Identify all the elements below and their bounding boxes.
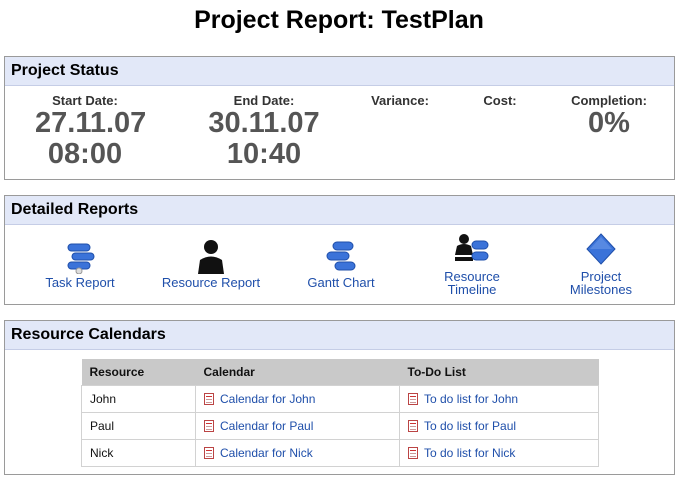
table-row: Nick Calendar for Nick To do list for Ni… (81, 439, 599, 467)
resource-name: John (81, 385, 196, 413)
gantt-chart-link[interactable]: Gantt Chart (296, 238, 386, 289)
column-header-calendar: Calendar (195, 359, 400, 386)
resource-report-link[interactable]: Resource Report (155, 238, 267, 289)
table-header-row: Resource Calendar To-Do List (81, 359, 599, 386)
resource-calendars-table: Resource Calendar To-Do List John Calend… (81, 359, 599, 467)
end-time-value: 10:40 (226, 138, 302, 170)
project-milestones-link[interactable]: Project Milestones (556, 232, 646, 296)
document-icon (408, 420, 418, 432)
cost-label: Cost: (483, 93, 517, 108)
calendar-link[interactable]: Calendar for Nick (220, 446, 313, 460)
start-date-label: Start Date: (52, 93, 118, 108)
calendar-cell: Calendar for Paul (195, 412, 400, 440)
document-icon (204, 393, 214, 405)
end-date-stat: End Date: 30.11.07 10:40 (201, 93, 327, 170)
project-status-panel: Project Status Start Date: 27.11.07 08:0… (4, 56, 675, 180)
page-title: Project Report: TestPlan (194, 6, 484, 34)
table-row: John Calendar for John To do list for Jo… (81, 385, 599, 413)
completion-value: 0% (588, 107, 630, 139)
task-report-icon (60, 238, 100, 275)
completion-label: Completion: (571, 93, 647, 108)
project-status-heading: Project Status (5, 57, 674, 86)
project-milestones-label-line2: Milestones (569, 282, 633, 297)
table-row: Paul Calendar for Paul To do list for Pa… (81, 412, 599, 440)
calendar-link[interactable]: Calendar for Paul (220, 419, 313, 433)
todo-link[interactable]: To do list for John (424, 392, 518, 406)
cost-stat: Cost: (475, 93, 525, 108)
resource-timeline-link[interactable]: Resource Timeline (427, 232, 517, 296)
resource-calendars-heading: Resource Calendars (5, 321, 674, 350)
resource-calendars-panel: Resource Calendars Resource Calendar To-… (4, 320, 675, 475)
document-icon (204, 447, 214, 459)
project-milestones-icon (581, 232, 621, 268)
resource-report-icon (191, 238, 231, 274)
gantt-chart-label: Gantt Chart (307, 275, 375, 290)
start-time-value: 08:00 (47, 138, 123, 170)
calendar-cell: Calendar for John (195, 385, 400, 413)
resource-timeline-label-line2: Timeline (447, 282, 497, 297)
resource-timeline-icon (452, 232, 492, 268)
column-header-todo: To-Do List (399, 359, 599, 386)
variance-stat: Variance: (365, 93, 435, 108)
task-report-label: Task Report (45, 275, 115, 290)
resource-name: Paul (81, 412, 196, 440)
task-report-link[interactable]: Task Report (35, 238, 125, 289)
calendar-cell: Calendar for Nick (195, 439, 400, 467)
completion-stat: Completion: 0% (561, 93, 657, 139)
start-date-value: 27.11.07 (35, 107, 147, 139)
todo-cell: To do list for Paul (399, 412, 599, 440)
column-header-resource: Resource (81, 359, 196, 386)
detailed-reports-panel: Detailed Reports Task Report Resource Re… (4, 195, 675, 305)
resource-name: Nick (81, 439, 196, 467)
todo-cell: To do list for Nick (399, 439, 599, 467)
document-icon (408, 393, 418, 405)
resource-report-label: Resource Report (161, 275, 261, 290)
end-date-label: End Date: (233, 93, 295, 108)
variance-label: Variance: (371, 93, 429, 108)
todo-link[interactable]: To do list for Nick (424, 446, 515, 460)
start-date-stat: Start Date: 27.11.07 08:00 (35, 93, 147, 170)
document-icon (408, 447, 418, 459)
document-icon (204, 420, 214, 432)
end-date-value: 30.11.07 (208, 107, 320, 139)
gantt-chart-icon (321, 238, 361, 274)
calendar-link[interactable]: Calendar for John (220, 392, 315, 406)
todo-link[interactable]: To do list for Paul (424, 419, 516, 433)
detailed-reports-heading: Detailed Reports (5, 196, 674, 225)
todo-cell: To do list for John (399, 385, 599, 413)
